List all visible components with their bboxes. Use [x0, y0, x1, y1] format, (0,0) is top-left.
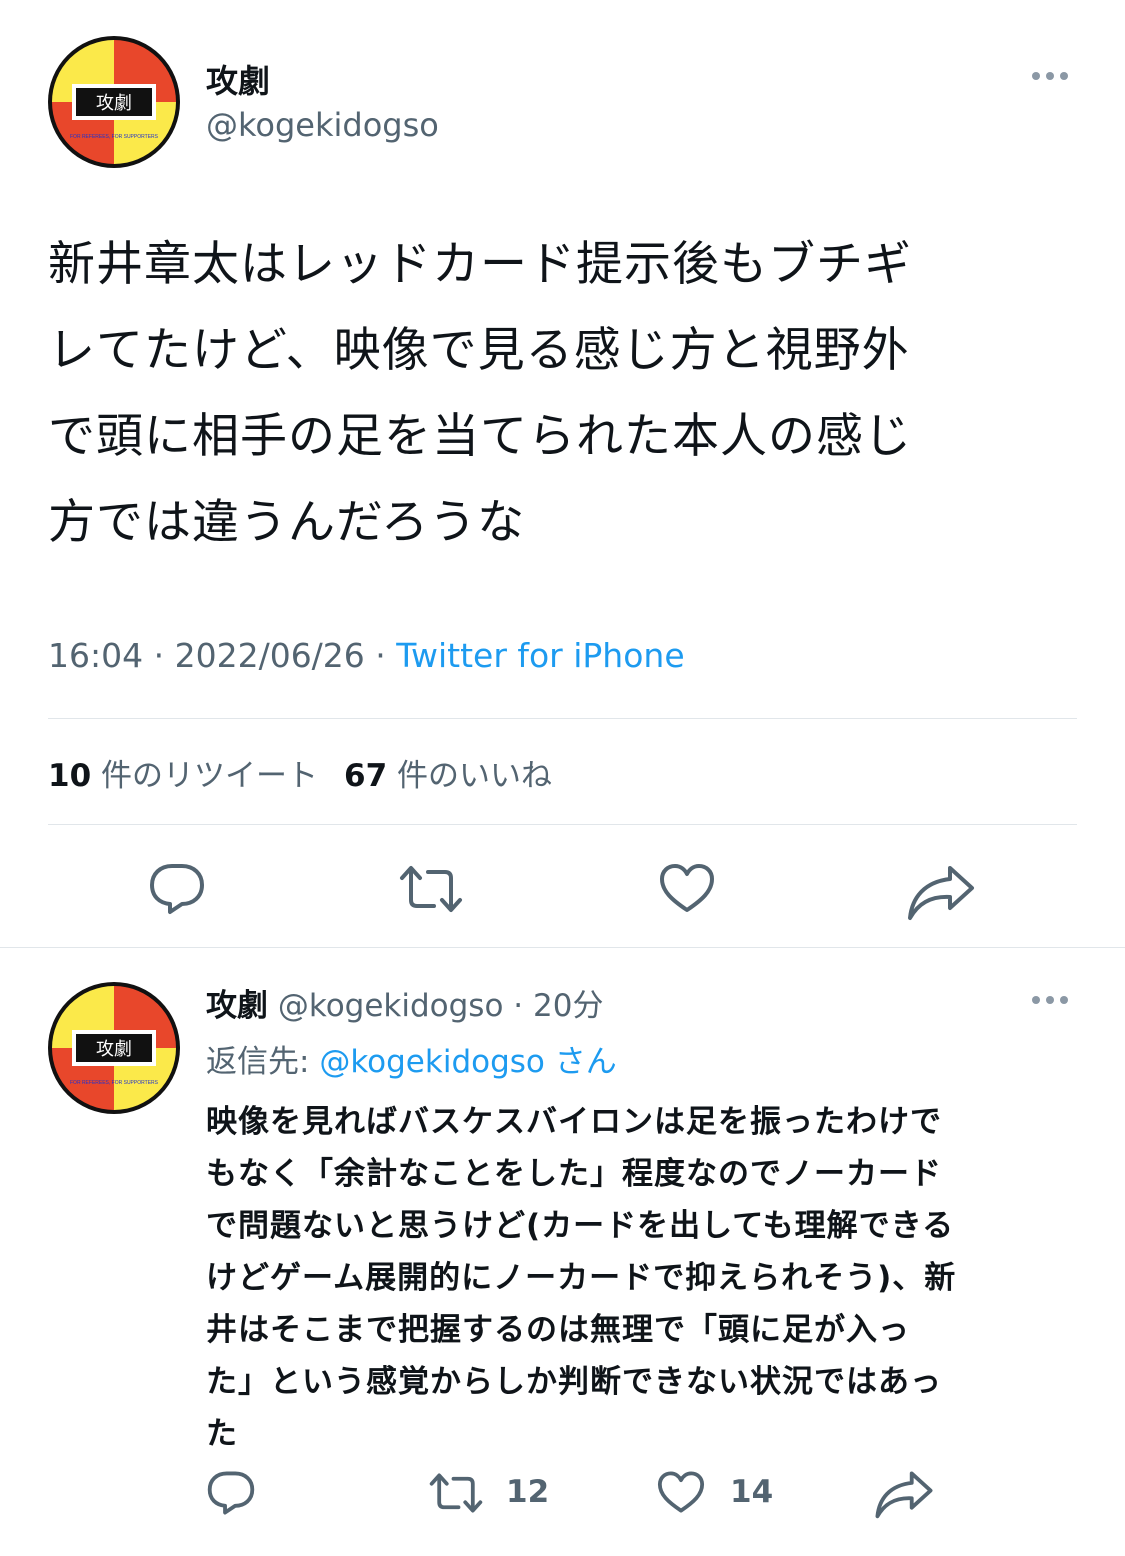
avatar-logo: 攻劇 FOR REFEREES, FOR SUPPORTERS [52, 40, 176, 164]
reply-text-line: けどゲーム展開的にノーカードで抑えられそう)、新 [206, 1260, 957, 1296]
tweet-time[interactable]: 16:04 [48, 636, 143, 675]
likes-label: 件のいいね [397, 758, 552, 794]
tweet-age[interactable]: 20分 [533, 988, 603, 1024]
retweets-label: 件のリツイート [101, 758, 318, 794]
replying-to: 返信先: @kogekidogso さん [206, 1036, 617, 1081]
separator: · [503, 988, 533, 1024]
reply-text: 映像を見ればバスケスバイロンは足を振ったわけで もなく「余計なことをした」程度な… [206, 1096, 1086, 1460]
svg-text:FOR REFEREES, FOR SUPPORTERS: FOR REFEREES, FOR SUPPORTERS [70, 1080, 159, 1086]
reply-actions: 12 14 [0, 1462, 1125, 1532]
svg-text:攻劇: 攻劇 [96, 1039, 132, 1060]
likes-count: 67 [344, 758, 388, 794]
retweet-icon[interactable] [398, 864, 464, 914]
retweets-stat[interactable]: 10 件のリツイート [48, 758, 318, 794]
tweet-text-line: 方では違うんだろうな [48, 495, 526, 550]
avatar[interactable]: 攻劇 FOR REFEREES, FOR SUPPORTERS [48, 36, 180, 168]
tweet-text-line: で頭に相手の足を当てられた本人の感じ [48, 409, 912, 464]
reply-text-line: た」という感覚からしか判断できない状況ではあっ [206, 1364, 942, 1400]
tweet-text-line: 新井章太はレッドカード提示後もブチギ [48, 237, 912, 292]
retweet-icon[interactable] [428, 1472, 484, 1514]
like-count: 14 [730, 1474, 774, 1510]
share-icon[interactable] [906, 862, 976, 922]
replying-label: 返信先: [206, 1044, 310, 1080]
more-icon[interactable] [1028, 66, 1072, 86]
reply-text-line: た [206, 1416, 238, 1452]
handle[interactable]: @kogekidogso [278, 988, 504, 1024]
tweet-meta: 16:04 · 2022/06/26 · Twitter for iPhone [48, 636, 685, 675]
tweet-text-line: レてたけど、映像で見る感じ方と視野外 [48, 323, 910, 378]
divider [0, 947, 1125, 948]
reply-icon[interactable] [206, 1470, 256, 1516]
display-name[interactable]: 攻劇 [206, 56, 270, 102]
reply-text-line: 映像を見ればバスケスバイロンは足を振ったわけで [206, 1104, 942, 1140]
divider [48, 718, 1077, 719]
tweet-source[interactable]: Twitter for iPhone [396, 636, 684, 675]
tweet-actions [0, 850, 1125, 930]
reply-icon[interactable] [148, 862, 206, 916]
tweet-date[interactable]: 2022/06/26 [175, 636, 365, 675]
display-name[interactable]: 攻劇 [206, 988, 268, 1024]
share-icon[interactable] [874, 1468, 934, 1520]
avatar[interactable]: 攻劇 FOR REFEREES, FOR SUPPORTERS [48, 982, 180, 1114]
heart-icon[interactable] [656, 1470, 706, 1514]
mention-link[interactable]: @kogekidogso さん [319, 1044, 616, 1080]
svg-text:FOR REFEREES, FOR SUPPORTERS: FOR REFEREES, FOR SUPPORTERS [70, 134, 159, 140]
svg-text:攻劇: 攻劇 [96, 93, 132, 114]
more-icon[interactable] [1028, 990, 1072, 1010]
separator: · [143, 636, 175, 675]
retweets-count: 10 [48, 758, 92, 794]
tweet-stats: 10 件のリツイート 67 件のいいね [48, 750, 552, 795]
heart-icon[interactable] [658, 862, 716, 914]
avatar-logo: 攻劇 FOR REFEREES, FOR SUPPORTERS [52, 986, 176, 1110]
reply-text-line: 井はそこまで把握するのは無理で「頭に足が入っ [206, 1312, 910, 1348]
retweet-count: 12 [506, 1474, 550, 1510]
reply-text-line: もなく「余計なことをした」程度なのでノーカード [206, 1156, 942, 1192]
reply-text-line: で問題ないと思うけど(カードを出しても理解できる [206, 1208, 955, 1244]
tweet-text: 新井章太はレッドカード提示後もブチギ レてたけど、映像で見る感じ方と視野外 で頭… [48, 222, 1078, 566]
separator: · [364, 636, 397, 675]
handle[interactable]: @kogekidogso [206, 106, 439, 144]
reply-header: 攻劇 @kogekidogso · 20分 [206, 980, 603, 1025]
divider [48, 824, 1077, 825]
likes-stat[interactable]: 67 件のいいね [344, 758, 552, 794]
